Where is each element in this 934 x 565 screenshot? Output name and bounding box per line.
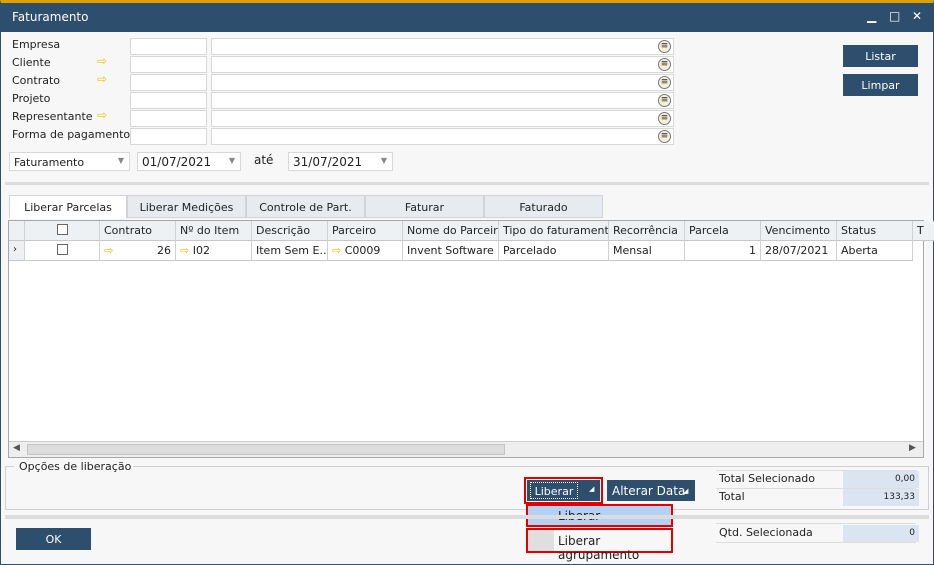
qtd-selecionada-value: 0 bbox=[843, 525, 919, 542]
tab-1[interactable]: Liberar Medições bbox=[127, 195, 246, 218]
scrollbar-thumb[interactable] bbox=[27, 444, 505, 455]
tab-2[interactable]: Controle de Part. bbox=[246, 195, 365, 218]
dropdown-arrow-icon: ▼ bbox=[228, 156, 235, 165]
filter-label: Contrato bbox=[12, 74, 61, 87]
cell-status[interactable]: Aberta bbox=[837, 241, 913, 261]
tab-0[interactable]: Liberar Parcelas bbox=[9, 195, 127, 219]
filter-name-input[interactable]: ≡ bbox=[211, 92, 674, 109]
until-label: até bbox=[254, 153, 274, 167]
cell-parceiro[interactable]: ⇨ C0009 bbox=[328, 241, 403, 261]
date-from-field[interactable]: 01/07/2021 ▼ bbox=[137, 152, 241, 171]
maximize-button[interactable]: □ bbox=[889, 9, 900, 23]
column-header[interactable]: T bbox=[913, 221, 934, 241]
cell-tipo[interactable]: Parcelado bbox=[499, 241, 609, 261]
total-selecionado-label: Total Selecionado bbox=[719, 472, 816, 485]
alterar-data-button[interactable]: Alterar Data ◢ bbox=[607, 480, 695, 501]
select-all-checkbox[interactable] bbox=[25, 221, 100, 241]
column-header[interactable]: Status bbox=[837, 221, 913, 241]
column-header[interactable]: Recorrência bbox=[609, 221, 685, 241]
choose-from-list-icon[interactable]: ≡ bbox=[658, 58, 671, 71]
date-to-field[interactable]: 31/07/2021 ▼ bbox=[288, 152, 393, 171]
choose-from-list-icon[interactable]: ≡ bbox=[658, 94, 671, 107]
liberar-button[interactable]: Liberar bbox=[530, 482, 578, 499]
cell-contrato[interactable]: ⇨ 26 bbox=[100, 241, 176, 261]
row-indicator[interactable]: › bbox=[9, 241, 25, 261]
filter-name-input[interactable]: ≡ bbox=[211, 74, 674, 91]
total-value: 133,33 bbox=[843, 489, 919, 506]
date-to-value: 31/07/2021 bbox=[293, 155, 363, 169]
tab-4[interactable]: Faturado bbox=[484, 195, 603, 218]
column-header[interactable]: Parceiro bbox=[328, 221, 403, 241]
column-header[interactable]: Nº do Item bbox=[176, 221, 252, 241]
menu-icon-gutter bbox=[528, 530, 554, 551]
cell-item[interactable]: ⇨ I02 bbox=[176, 241, 252, 261]
filter-name-input[interactable]: ≡ bbox=[211, 56, 674, 73]
column-header[interactable]: Contrato bbox=[100, 221, 176, 241]
qtd-selecionada-label: Qtd. Selecionada bbox=[719, 526, 813, 539]
filter-code-input[interactable] bbox=[130, 110, 207, 127]
filter-label: Cliente bbox=[12, 56, 51, 69]
cell-nome[interactable]: Invent Software bbox=[403, 241, 499, 261]
listar-button[interactable]: Listar bbox=[843, 45, 918, 67]
dropdown-arrow-icon[interactable]: ◢ bbox=[589, 485, 594, 493]
dropdown-arrow-icon: ▼ bbox=[380, 156, 387, 165]
filter-label: Representante bbox=[12, 110, 93, 123]
link-arrow-icon[interactable]: ⇨ bbox=[180, 244, 189, 257]
column-header[interactable]: Parcela bbox=[685, 221, 761, 241]
cell-descricao[interactable]: Item Sem E... bbox=[252, 241, 328, 261]
menu-item-label: Liberar agrupamento bbox=[558, 534, 640, 562]
column-header[interactable]: Tipo do faturamento bbox=[499, 221, 609, 241]
dropdown-arrow-icon: ◢ bbox=[683, 487, 689, 495]
cell-vencimento[interactable]: 28/07/2021 bbox=[761, 241, 837, 261]
filter-name-input[interactable]: ≡ bbox=[211, 110, 674, 127]
filter-code-input[interactable] bbox=[130, 38, 207, 55]
close-button[interactable]: ✕ bbox=[912, 9, 922, 23]
filter-name-input[interactable]: ≡ bbox=[211, 128, 674, 145]
divider bbox=[5, 515, 929, 519]
liberar-split-button[interactable]: Liberar ◢ bbox=[527, 480, 600, 501]
tab-3[interactable]: Faturar bbox=[365, 195, 484, 218]
filter-label: Forma de pagamento bbox=[12, 128, 131, 141]
cell-parcela[interactable]: 1 bbox=[685, 241, 761, 261]
filter-code-input[interactable] bbox=[130, 74, 207, 91]
filter-name-input[interactable]: ≡ bbox=[211, 38, 674, 55]
options-group-label: Opções de liberação bbox=[17, 460, 134, 473]
date-type-select[interactable]: Faturamento ▼ bbox=[9, 152, 130, 171]
choose-from-list-icon[interactable]: ≡ bbox=[658, 112, 671, 125]
row-checkbox[interactable] bbox=[25, 241, 100, 261]
title-bar: Faturamento ▁ □ ✕ bbox=[1, 3, 933, 32]
horizontal-scrollbar[interactable]: ◀ ▶ bbox=[9, 441, 923, 457]
link-arrow-icon[interactable]: ⇨ bbox=[97, 72, 107, 86]
choose-from-list-icon[interactable]: ≡ bbox=[658, 40, 671, 53]
filter-code-input[interactable] bbox=[130, 56, 207, 73]
date-from-value: 01/07/2021 bbox=[142, 155, 212, 169]
link-arrow-icon[interactable]: ⇨ bbox=[104, 244, 113, 257]
ok-button[interactable]: OK bbox=[16, 528, 91, 550]
minimize-button[interactable]: ▁ bbox=[867, 9, 876, 23]
column-header[interactable]: Nome do Parceiro bbox=[403, 221, 499, 241]
link-arrow-icon[interactable]: ⇨ bbox=[97, 108, 107, 122]
cell-recorrencia[interactable]: Mensal bbox=[609, 241, 685, 261]
choose-from-list-icon[interactable]: ≡ bbox=[658, 76, 671, 89]
divider bbox=[5, 182, 929, 185]
filter-code-input[interactable] bbox=[130, 128, 207, 145]
column-header[interactable]: Descrição bbox=[252, 221, 328, 241]
link-arrow-icon[interactable]: ⇨ bbox=[332, 244, 341, 257]
parcelas-grid: Contrato Nº do Item Descrição Parceiro Nome … bbox=[8, 220, 934, 458]
limpar-button[interactable]: Limpar bbox=[843, 74, 918, 96]
filter-label: Empresa bbox=[12, 38, 61, 51]
menu-item-liberar-agrupamento[interactable]: Liberar agrupamento bbox=[526, 528, 673, 562]
choose-from-list-icon[interactable]: ≡ bbox=[658, 130, 671, 143]
date-type-value: Faturamento bbox=[14, 156, 85, 169]
total-selecionado-value: 0,00 bbox=[843, 471, 919, 488]
total-label: Total bbox=[719, 490, 745, 503]
filter-label: Projeto bbox=[12, 92, 51, 105]
filter-code-input[interactable] bbox=[130, 92, 207, 109]
column-header[interactable]: Vencimento bbox=[761, 221, 837, 241]
window-title: Faturamento bbox=[12, 10, 89, 24]
link-arrow-icon[interactable]: ⇨ bbox=[97, 54, 107, 68]
dropdown-arrow-icon: ▼ bbox=[117, 156, 124, 165]
alterar-data-label: Alterar Data bbox=[612, 484, 686, 498]
